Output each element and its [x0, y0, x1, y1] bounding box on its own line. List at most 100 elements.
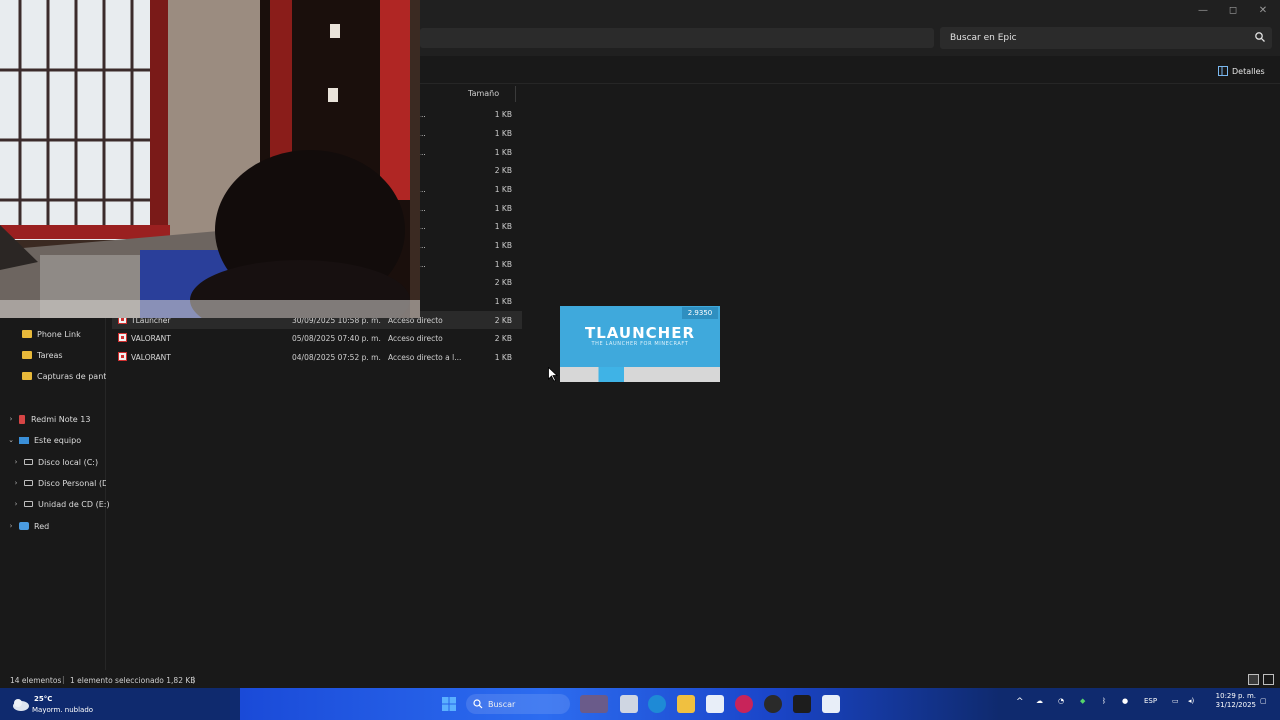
language-indicator[interactable]: ESP — [1144, 697, 1157, 705]
tlauncher-taskbar-icon[interactable] — [822, 695, 840, 713]
mouse-cursor-icon — [548, 367, 558, 382]
nav-item-label: Disco Personal (D — [38, 478, 106, 488]
webcam-overlay — [0, 0, 420, 318]
start-button[interactable] — [440, 695, 458, 713]
details-view-button[interactable] — [1248, 674, 1259, 685]
details-label: Detalles — [1232, 66, 1265, 76]
taskbar-search-label: Buscar — [488, 699, 516, 709]
taskbar-search[interactable]: Buscar — [466, 694, 570, 714]
file-name: VALORANT — [131, 353, 171, 362]
chevron-down-icon[interactable]: ⌄ — [7, 436, 15, 444]
clock-time: 10:29 p. m. — [1215, 692, 1256, 700]
maximize-button[interactable]: ◻ — [1218, 0, 1248, 20]
file-size: 1 KB — [494, 185, 512, 194]
file-size: 2 KB — [494, 334, 512, 343]
chevron-up-icon[interactable]: ^ — [1016, 697, 1024, 707]
nav-item-drive-e[interactable]: › Unidad de CD (E:) — [12, 497, 110, 511]
clock[interactable]: 10:29 p. m. 31/12/2025 — [1208, 692, 1256, 710]
chevron-right-icon[interactable]: › — [12, 458, 20, 466]
version-badge: 2.9350 — [682, 307, 718, 319]
file-size: 2 KB — [494, 166, 512, 175]
nav-item-redmi[interactable]: › Redmi Note 13 — [7, 412, 90, 426]
progress-fill — [560, 367, 624, 382]
file-size: 1 KB — [494, 260, 512, 269]
tray-app-icon[interactable]: ◔ — [1058, 697, 1064, 705]
cloud-icon — [13, 699, 29, 711]
app-icon[interactable] — [735, 695, 753, 713]
edge-icon[interactable] — [648, 695, 666, 713]
chevron-right-icon[interactable]: › — [12, 500, 20, 508]
splash-title: TLAUNCHER — [584, 324, 696, 342]
file-size: 1 KB — [494, 129, 512, 138]
file-size: 1 KB — [494, 297, 512, 306]
file-explorer-icon[interactable] — [677, 695, 695, 713]
nav-item-label: Unidad de CD (E:) — [38, 499, 110, 509]
item-count: 14 elementos — [10, 676, 62, 685]
folder-icon — [22, 330, 32, 338]
details-button[interactable]: Detalles — [1218, 63, 1265, 79]
file-size: 1 KB — [494, 353, 512, 362]
file-type: Acceso directo a l... — [388, 353, 462, 362]
file-size: 1 KB — [494, 148, 512, 157]
status-bar: 14 elementos | 1 elemento seleccionado 1… — [0, 672, 1280, 688]
column-header-size[interactable]: Tamaño — [466, 86, 516, 102]
chevron-right-icon[interactable]: › — [7, 522, 15, 530]
shortcut-icon — [118, 333, 127, 342]
security-icon[interactable]: ◆ — [1080, 697, 1085, 705]
folder-icon — [22, 372, 32, 380]
nav-item-label: Phone Link — [37, 329, 81, 339]
search-input[interactable]: Buscar en Epic — [940, 27, 1272, 49]
onedrive-icon[interactable]: ☁ — [1036, 697, 1043, 705]
shortcut-icon — [118, 352, 127, 361]
nav-item-drive-c[interactable]: › Disco local (C:) — [12, 455, 99, 469]
nav-item-drive-d[interactable]: › Disco Personal (D — [12, 476, 106, 490]
chevron-right-icon[interactable]: › — [12, 479, 20, 487]
webcam-image — [0, 0, 420, 318]
phone-icon — [19, 414, 25, 424]
cd-drive-icon — [24, 501, 33, 507]
file-size: 1 KB — [494, 204, 512, 213]
folder-icon — [22, 351, 32, 359]
address-bar[interactable] — [420, 28, 934, 48]
wifi-icon[interactable]: ▭ — [1172, 697, 1179, 705]
steam-icon[interactable] — [764, 695, 782, 713]
chevron-right-icon[interactable]: › — [7, 415, 15, 423]
volume-icon[interactable]: ◂) — [1188, 697, 1194, 705]
file-size: 1 KB — [494, 241, 512, 250]
nav-item-network[interactable]: › Red — [7, 519, 50, 533]
nav-item-label: Redmi Note 13 — [31, 414, 91, 424]
epic-games-icon[interactable] — [793, 695, 811, 713]
widgets-button[interactable] — [580, 695, 608, 713]
tiles-view-button[interactable] — [1263, 674, 1274, 685]
file-type: Acceso directo — [388, 334, 443, 343]
store-icon[interactable] — [706, 695, 724, 713]
weather-widget[interactable]: 25°C Mayorm. nublado — [10, 693, 120, 717]
nav-item-label: Tareas — [37, 350, 63, 360]
search-icon — [473, 699, 483, 709]
windows-icon — [442, 697, 456, 711]
drive-icon — [24, 480, 33, 486]
nav-item-label: Disco local (C:) — [38, 457, 99, 467]
nav-item-label: Este equipo — [34, 435, 82, 445]
divider: | — [192, 675, 195, 684]
nav-item-tareas[interactable]: Tareas — [22, 348, 63, 362]
bluetooth-icon[interactable]: ᛒ — [1102, 697, 1106, 705]
minimize-button[interactable]: — — [1188, 0, 1218, 20]
nav-item-label: Capturas de pantall — [37, 371, 106, 381]
file-row[interactable]: VALORANT 05/08/2025 07:40 p. m. Acceso dir… — [112, 329, 522, 347]
notifications-icon[interactable]: ▢ — [1260, 697, 1267, 705]
computer-icon — [19, 436, 29, 444]
nav-item-capturas[interactable]: Capturas de pantall — [22, 369, 106, 383]
file-size: 2 KB — [494, 316, 512, 325]
nav-item-this-pc[interactable]: ⌄ Este equipo — [7, 433, 81, 447]
file-size: 1 KB — [494, 222, 512, 231]
task-view-icon[interactable] — [620, 695, 638, 713]
weather-desc: Mayorm. nublado — [32, 706, 94, 714]
details-pane-icon — [1218, 66, 1228, 76]
close-button[interactable]: ✕ — [1248, 0, 1278, 20]
file-row[interactable]: VALORANT 04/08/2025 07:52 p. m. Acceso dir… — [112, 348, 522, 366]
nav-item-label: Red — [34, 521, 50, 531]
nav-item-phone-link[interactable]: Phone Link — [22, 327, 81, 341]
search-icon[interactable] — [1254, 31, 1266, 43]
microphone-icon[interactable]: ● — [1122, 697, 1128, 705]
